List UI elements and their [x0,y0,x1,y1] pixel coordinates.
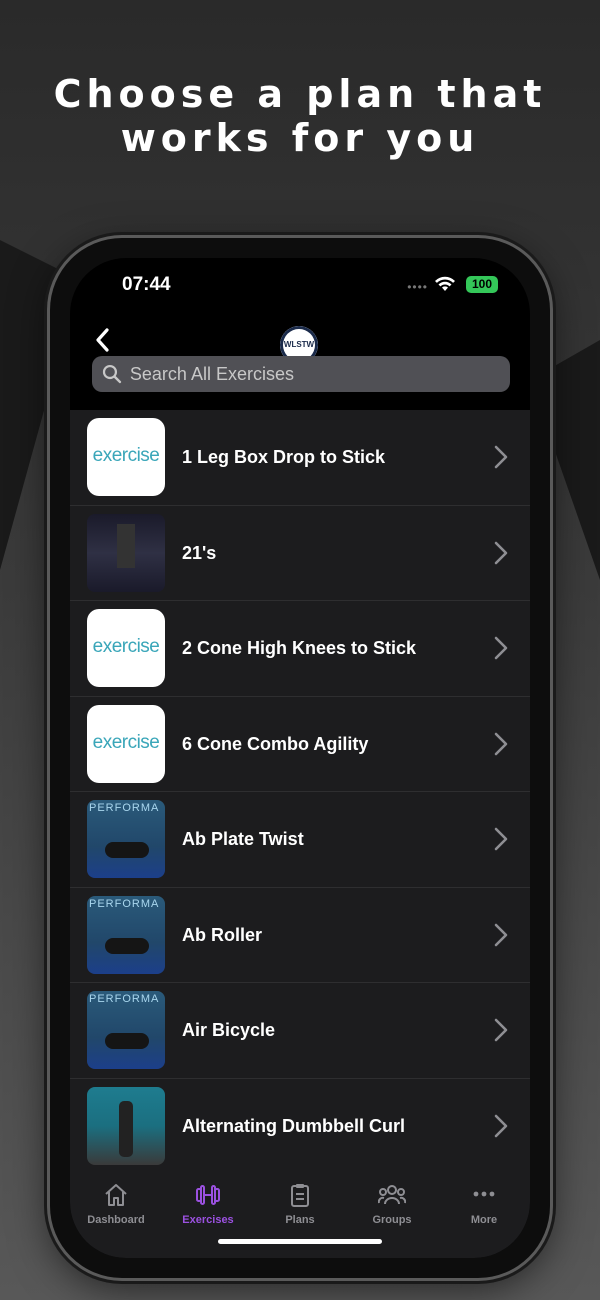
exercise-thumbnail: exercise [87,704,165,783]
phone-screen: 07:44 •••• 100 WLSTW Search All Exercise… [70,258,530,1258]
list-item[interactable]: PERFORMA Ab Plate Twist [70,792,530,888]
exercise-name: Alternating Dumbbell Curl [182,1115,406,1136]
exercise-name: 1 Leg Box Drop to Stick [182,447,386,468]
tab-groups[interactable]: Groups [346,1182,438,1226]
tab-bar: Dashboard Exercises Plans Groups More [70,1168,530,1258]
exercise-name: 2 Cone High Knees to Stick [182,638,417,659]
tab-label: Dashboard [87,1214,145,1226]
dumbbell-icon [196,1185,220,1205]
chevron-right-icon [494,1114,508,1137]
exercise-thumbnail: PERFORMA [87,800,165,878]
exercise-thumbnail: PERFORMA [87,991,165,1069]
exercise-name: 21's [182,542,217,563]
promo-headline: Choose a plan that works for you [0,72,600,160]
tab-plans[interactable]: Plans [254,1182,346,1226]
search-bar[interactable] [92,356,510,392]
phone-frame: 07:44 •••• 100 WLSTW Search All Exercise… [50,238,550,1278]
list-item[interactable]: PERFORMA Air Bicycle [70,983,530,1079]
status-time: 07:44 [122,274,171,295]
exercise-thumbnail: exercise [87,609,165,687]
more-icon [473,1191,495,1197]
search-input[interactable] [127,362,510,386]
tab-label: More [470,1214,498,1226]
tab-label: Plans [285,1214,315,1226]
tab-more[interactable]: More [438,1182,530,1226]
exercise-name: Ab Roller [182,924,263,945]
exercise-thumbnail [87,1086,165,1165]
back-button[interactable] [84,320,120,360]
list-item[interactable]: exercise 6 Cone Combo Agility [70,697,530,792]
chevron-right-icon [494,923,508,946]
list-item[interactable]: 21's [70,506,530,601]
tab-label: Exercises [182,1214,234,1226]
exercise-name: Ab Plate Twist [182,829,304,850]
home-indicator[interactable] [218,1239,382,1244]
headline-line-2: works for you [120,116,480,160]
exercise-list: exercise 1 Leg Box Drop to Stick 21's ex… [70,410,530,1168]
status-bar: 07:44 •••• 100 [70,258,530,318]
chevron-right-icon [494,445,508,469]
chevron-right-icon [494,827,508,851]
group-icon [378,1185,406,1205]
list-item[interactable]: exercise 1 Leg Box Drop to Stick [70,410,530,506]
clipboard-icon [291,1184,309,1207]
exercise-name: 6 Cone Combo Agility [182,733,369,754]
tab-dashboard[interactable]: Dashboard [70,1182,162,1226]
chevron-right-icon [494,1018,508,1042]
chevron-right-icon [494,636,508,660]
wifi-icon [435,276,455,291]
exercise-thumbnail [87,513,165,592]
list-item[interactable]: exercise 2 Cone High Knees to Stick [70,601,530,697]
headline-line-1: Choose a plan that [53,72,547,116]
exercise-name: Air Bicycle [182,1020,276,1041]
chevron-right-icon [494,541,508,564]
chevron-right-icon [494,732,508,755]
exercise-thumbnail: exercise [87,418,165,496]
search-icon [102,364,122,384]
exercise-thumbnail: PERFORMA [87,895,165,974]
battery-indicator: 100 [466,276,498,293]
chevron-left-icon [96,328,109,352]
home-icon [105,1184,127,1206]
tab-label: Groups [372,1214,412,1226]
signal-icon: •••• [407,280,428,294]
tab-exercises[interactable]: Exercises [162,1182,254,1226]
list-item[interactable]: Alternating Dumbbell Curl [70,1079,530,1169]
list-item[interactable]: PERFORMA Ab Roller [70,888,530,983]
